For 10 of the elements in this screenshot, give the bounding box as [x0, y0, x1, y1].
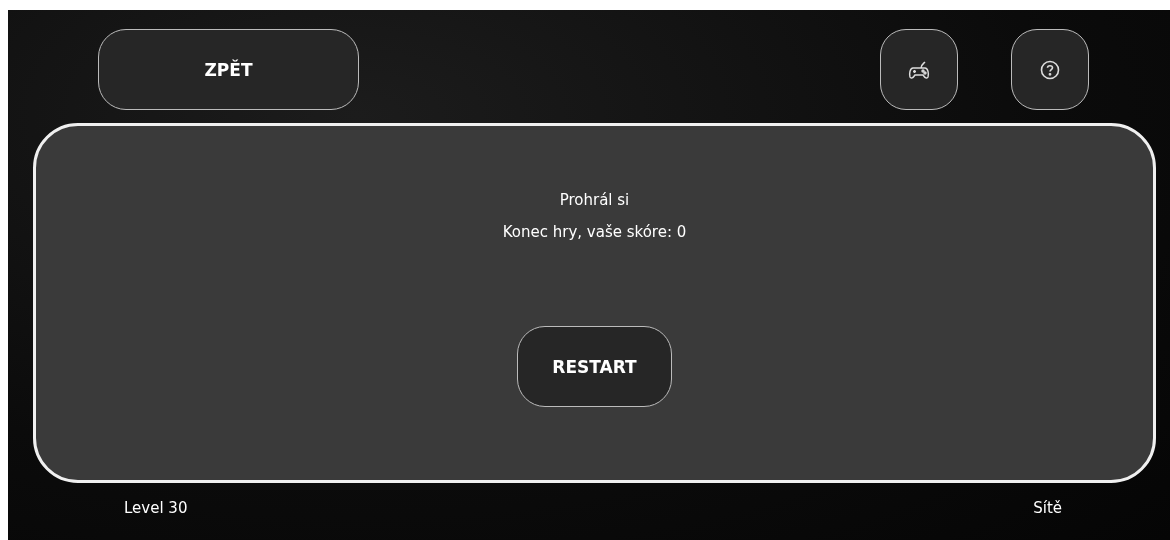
category-label: Sítě	[1033, 499, 1062, 517]
gamepad-button[interactable]	[880, 29, 958, 110]
help-icon	[1040, 59, 1060, 80]
game-message: Prohrál si	[559, 190, 630, 211]
help-button[interactable]	[1011, 29, 1089, 110]
gamepad-icon	[908, 59, 930, 80]
level-label: Level 30	[124, 499, 188, 517]
back-button[interactable]: ZPĚT	[98, 29, 359, 110]
restart-button[interactable]: RESTART	[517, 326, 672, 407]
game-message: Konec hry, vaše skóre: 0	[502, 222, 687, 243]
